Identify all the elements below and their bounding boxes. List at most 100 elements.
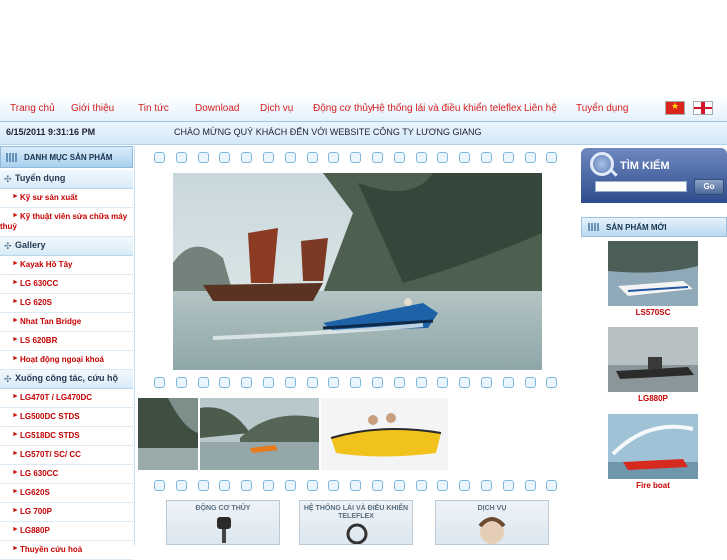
bullet-arrow-icon: ► [12,212,19,219]
expand-icon: ✣ [4,241,12,251]
list-item[interactable]: ► Hoạt động ngoại khoá [0,351,133,370]
film-hole [546,377,558,388]
list-item[interactable]: ► Kỹ sư sản xuất [0,189,133,208]
list-item[interactable]: ► LG 630CC [0,275,133,294]
tile-marine-engines[interactable]: ĐỘNG CƠ THỦY [166,500,280,545]
list-item[interactable]: ► LG500DC STDS [0,408,133,427]
nav-about[interactable]: Giới thiệu [71,103,114,114]
film-perforation-row [154,152,564,164]
bullet-arrow-icon: ► [12,336,19,343]
list-item[interactable]: ► LG 630CC [0,465,133,484]
product-card[interactable]: LS570SC [608,241,698,317]
list-item[interactable]: ► LG518DC STDS [0,427,133,446]
nav-download[interactable]: Download [195,103,239,114]
film-hole [241,377,253,388]
film-hole [524,152,536,163]
category-workboats[interactable]: ✣ Xuống công tác, cứu hộ [0,370,133,389]
grid-icon [6,153,18,162]
film-hole [306,152,318,163]
film-hole [393,377,405,388]
sidebar-title: DANH MỤC SẢN PHẨM [24,153,113,162]
item-label: LG 630CC [20,279,59,288]
item-label: LS 620BR [20,336,58,345]
item-label: LG620S [20,488,50,497]
grid-icon [588,223,600,231]
film-hole [393,152,405,163]
nav-careers[interactable]: Tuyển dụng [576,103,628,114]
category-gallery[interactable]: ✣ Gallery [0,237,133,256]
vietnamese-flag-icon[interactable] [665,101,685,115]
english-flag-icon[interactable] [693,101,713,115]
film-hole [328,377,340,388]
product-category-sidebar: DANH MỤC SẢN PHẨM ✣ Tuyển dụng ► Kỹ sư sả… [0,146,135,560]
product-card[interactable]: Fire boat [608,414,698,490]
item-label: LG500DC STDS [20,412,80,421]
nav-contact[interactable]: Liên hệ [524,103,557,114]
list-item[interactable]: ► LG 700P [0,503,133,522]
list-item[interactable]: ► LG 620S [0,294,133,313]
search-input[interactable] [595,181,687,192]
category-careers[interactable]: ✣ Tuyển dụng [0,170,133,189]
search-go-button[interactable]: Go [694,179,724,195]
item-label: Kỹ sư sản xuất [20,193,78,202]
nav-marine-engines[interactable]: Động cơ thủy [313,103,373,114]
product-photo [608,414,698,479]
film-hole [459,377,471,388]
product-photo [608,327,698,392]
list-item[interactable]: ► LG570T/ SC/ CC [0,446,133,465]
nav-services[interactable]: Dịch vụ [260,103,293,114]
bullet-arrow-icon: ► [12,393,19,400]
new-products-header: SẢN PHẨM MỚI [581,217,727,237]
bullet-arrow-icon: ► [12,279,19,286]
list-item[interactable]: ► Thuyền cứu hoả [0,541,133,560]
list-item[interactable]: ► LS 620BR [0,332,133,351]
item-label: LG 700P [20,507,53,516]
tile-title: DỊCH VỤ [477,505,507,512]
nav-steering-systems[interactable]: Hệ thống lái và điều khiển teleflex [372,103,522,114]
item-label: LG470T / LG470DC [20,393,93,402]
nav-news[interactable]: Tin tức [138,103,169,114]
nav-home[interactable]: Trang chủ [10,103,55,114]
list-item[interactable]: ► LG880P [0,522,133,541]
right-column: TÌM KIẾM Go SẢN PHẨM MỚI LS570SC LG880P [579,146,727,545]
tile-steering-systems[interactable]: HỆ THỐNG LÁI VÀ ĐIỀU KHIỂN TELEFLEX [299,500,413,545]
welcome-marquee: CHÀO MỪNG QUÝ KHÁCH ĐẾN VỚI WEBSITE CÔNG… [174,127,482,137]
list-item[interactable]: ► Nhat Tan Bridge [0,313,133,332]
film-hole [415,480,427,491]
list-item[interactable]: ► Kayak Hồ Tây [0,256,133,275]
film-hole [372,480,383,491]
film-hole [350,377,362,388]
list-item[interactable]: ► LG620S [0,484,133,503]
thumbnail-photo[interactable] [138,398,198,470]
item-label: Hoạt động ngoại khoá [20,355,104,364]
bullet-arrow-icon: ► [12,412,19,419]
film-hole [546,152,558,163]
film-hole [219,480,231,491]
film-hole [481,377,492,388]
category-label: Tuyển dụng [15,173,66,183]
film-perforation-row [154,377,564,389]
bullet-arrow-icon: ► [12,526,19,533]
film-hole [546,480,558,491]
current-datetime: 6/15/2011 9:31:16 PM [6,127,96,137]
bullet-arrow-icon: ► [12,469,19,476]
thumbnail-photo[interactable] [200,398,319,470]
product-card[interactable]: LG880P [608,327,698,403]
film-hole [219,377,231,388]
item-label: Nhat Tan Bridge [20,317,82,326]
film-hole [154,480,165,491]
tile-services[interactable]: DỊCH VỤ [435,500,549,545]
film-hole [481,480,492,491]
list-item[interactable]: ► LG470T / LG470DC [0,389,133,408]
thumbnail-photo[interactable] [321,398,448,470]
product-name[interactable]: LS570SC [608,308,698,317]
product-name[interactable]: LG880P [608,394,698,403]
magnifier-icon [590,152,614,176]
item-label: LG570T/ SC/ CC [20,450,81,459]
film-hole [175,377,187,388]
list-item[interactable]: ► Kỹ thuật viên sửa chữa máy thuỷ [0,208,133,237]
product-name[interactable]: Fire boat [608,481,698,490]
category-label: Gallery [15,240,46,250]
tile-title: HỆ THỐNG LÁI VÀ ĐIỀU KHIỂN TELEFLEX [303,505,409,520]
support-agent-icon [478,517,506,544]
